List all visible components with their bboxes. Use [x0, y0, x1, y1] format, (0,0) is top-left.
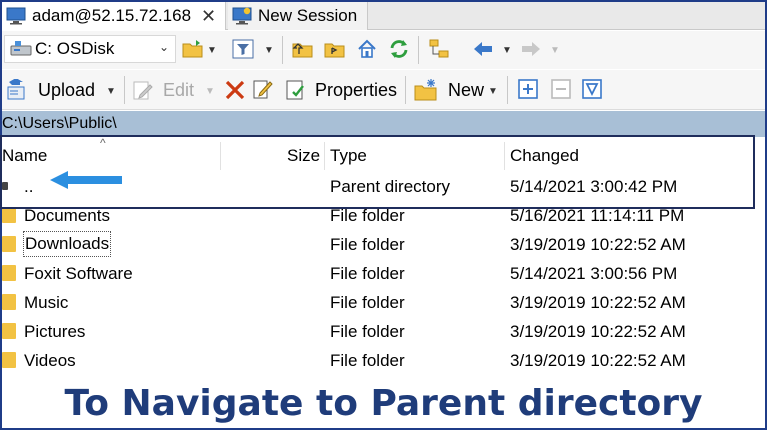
monitor-icon: [6, 7, 26, 25]
tab-session-adam[interactable]: adam@52.15.72.168 ✕: [2, 2, 226, 30]
tab-label: adam@52.15.72.168: [32, 6, 192, 25]
close-icon[interactable]: ✕: [201, 6, 216, 27]
new-folder-icon[interactable]: [414, 78, 438, 102]
separator: [405, 76, 406, 104]
forward-arrow-icon[interactable]: [520, 38, 542, 60]
select-all-icon[interactable]: [518, 79, 538, 99]
drive-select[interactable]: C: OSDisk ⌄: [4, 35, 176, 63]
table-row[interactable]: Pictures File folder 3/19/2019 10:22:52 …: [2, 317, 765, 346]
file-changed: 3/19/2019 10:22:52 AM: [510, 293, 686, 312]
file-type: File folder: [330, 235, 405, 254]
folder-icon: [2, 236, 16, 252]
properties-button[interactable]: Properties: [315, 80, 397, 101]
navigation-toolbar: C: OSDisk ⌄ ▼ ▼ ▼ ▼: [2, 31, 765, 69]
file-type: File folder: [330, 264, 405, 283]
caret-down-icon[interactable]: ▼: [106, 86, 116, 97]
caret-down-icon[interactable]: ▼: [550, 45, 560, 56]
drive-label: C: OSDisk: [35, 39, 115, 58]
separator: [282, 36, 283, 64]
caption-text: To Navigate to Parent directory: [64, 383, 703, 424]
tab-new-session[interactable]: New Session: [228, 2, 368, 30]
file-name: Videos: [24, 351, 76, 370]
upload-icon[interactable]: [6, 79, 28, 101]
new-button[interactable]: New: [448, 80, 484, 101]
chevron-down-icon: ⌄: [158, 40, 169, 54]
file-type: File folder: [330, 293, 405, 312]
filter-icon[interactable]: [232, 38, 254, 60]
table-row[interactable]: Music File folder 3/19/2019 10:22:52 AM: [2, 288, 765, 317]
properties-icon[interactable]: [285, 79, 307, 101]
new-session-icon: [232, 7, 252, 25]
path-bar[interactable]: C:\Users\Public\: [2, 111, 765, 137]
annotation-arrow-icon: [50, 171, 122, 189]
folder-icon: [2, 207, 16, 223]
tab-label: New Session: [258, 6, 358, 25]
caret-down-icon[interactable]: ▼: [264, 45, 274, 56]
table-row[interactable]: Downloads File folder 3/19/2019 10:22:52…: [2, 230, 765, 259]
open-folder-icon[interactable]: [182, 38, 204, 60]
file-changed: 3/19/2019 10:22:52 AM: [510, 351, 686, 370]
file-name: Music: [24, 293, 69, 312]
unselect-icon[interactable]: [551, 79, 571, 99]
file-type: File folder: [330, 351, 405, 370]
edit-button[interactable]: Edit: [163, 80, 194, 101]
edit-icon[interactable]: [132, 79, 154, 101]
folder-icon: [2, 352, 16, 368]
caret-down-icon[interactable]: ▼: [502, 45, 512, 56]
file-changed: 3/19/2019 10:22:52 AM: [510, 235, 686, 254]
file-name: Foxit Software: [24, 264, 133, 283]
parent-directory-icon[interactable]: [292, 38, 314, 60]
folder-icon: [2, 294, 16, 310]
back-arrow-icon[interactable]: [472, 38, 494, 60]
action-toolbar: Upload ▼ Edit ▼ Properties New ▼: [2, 70, 765, 110]
refresh-icon[interactable]: [388, 38, 410, 60]
tree-view-icon[interactable]: [428, 38, 450, 60]
drive-icon: [10, 41, 32, 56]
separator: [507, 76, 508, 104]
filter-select-icon[interactable]: [582, 79, 602, 99]
folder-icon: [2, 265, 16, 281]
delete-icon[interactable]: [224, 79, 246, 101]
caret-down-icon[interactable]: ▼: [488, 86, 498, 97]
caret-down-icon[interactable]: ▼: [205, 86, 215, 97]
separator: [418, 36, 419, 64]
rename-icon[interactable]: [252, 78, 274, 100]
root-directory-icon[interactable]: [324, 38, 346, 60]
table-row[interactable]: Foxit Software File folder 5/14/2021 3:0…: [2, 259, 765, 288]
tab-bar: adam@52.15.72.168 ✕ New Session: [2, 2, 765, 30]
file-changed: 3/19/2019 10:22:52 AM: [510, 322, 686, 341]
caret-down-icon[interactable]: ▼: [207, 45, 217, 56]
file-changed: 5/14/2021 3:00:56 PM: [510, 264, 678, 283]
file-name: Pictures: [24, 322, 86, 341]
file-name: Downloads: [22, 231, 112, 257]
separator: [124, 76, 125, 104]
upload-button[interactable]: Upload: [38, 80, 95, 101]
table-row[interactable]: Videos File folder 3/19/2019 10:22:52 AM: [2, 346, 765, 375]
folder-icon: [2, 323, 16, 339]
file-type: File folder: [330, 322, 405, 341]
home-icon[interactable]: [356, 38, 378, 60]
